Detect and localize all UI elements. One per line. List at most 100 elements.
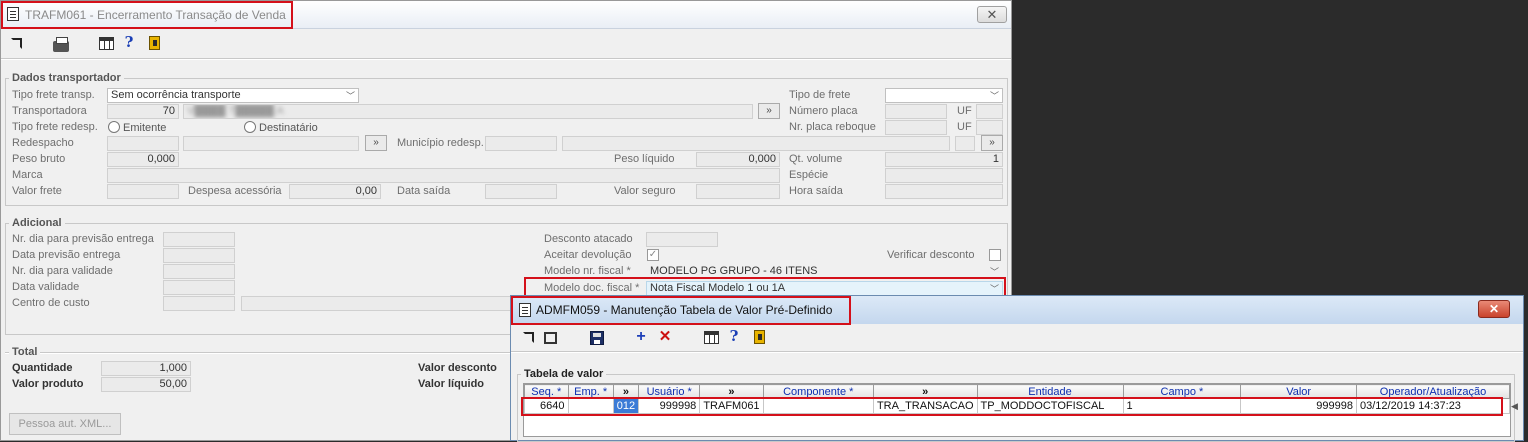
column-header[interactable]: Entidade [976,384,1124,399]
redespacho-name-field[interactable] [183,136,359,151]
tipo-de-frete-label: Tipo de frete [789,89,851,101]
delete-icon[interactable]: ✕ [657,329,673,345]
centro-custo-name-field[interactable] [241,296,511,311]
valor-seguro-field[interactable] [696,184,780,199]
aceitar-devolucao-label: Aceitar devolução [544,249,632,261]
municipio-redesp-code-field[interactable] [485,136,557,151]
scroll-marker-icon[interactable]: ◀ [1511,401,1518,412]
hora-saida-field[interactable] [885,184,1003,199]
column-header[interactable]: Componente * [762,384,874,399]
column-header[interactable]: Emp. * [567,384,614,399]
redespacho-code-field[interactable] [107,136,179,151]
table-cell [524,428,569,436]
help-icon[interactable]: ? [121,34,137,50]
column-header[interactable]: Operador/Atualização [1356,384,1510,399]
valor-frete-field[interactable] [107,184,179,199]
peso-liquido-field[interactable]: 0,000 [696,152,780,167]
nr-placa-reboque-field[interactable] [885,120,947,135]
destinatario-radio[interactable] [244,121,256,133]
table-cell[interactable]: 6640 [524,398,569,414]
column-header[interactable]: Campo * [1122,384,1242,399]
table-cell [567,413,614,429]
chevron-down-icon: ﹀ [989,91,999,101]
table-cell [638,413,701,429]
transportadora-name-field[interactable]: V████ T█████ A [183,104,753,119]
table-cell [872,428,978,436]
numero-placa-field[interactable] [885,104,947,119]
municipio-redesp-uf-field[interactable] [955,136,975,151]
table-cell[interactable]: TRAFM061 [699,398,764,414]
data-saida-field[interactable] [485,184,557,199]
especie-field[interactable] [885,168,1003,183]
column-header[interactable]: Valor [1240,384,1357,399]
destinatario-radio-label: Destinatário [259,122,318,134]
exit-door-icon[interactable] [752,330,768,346]
table-row[interactable]: 6640 012 999998 TRAFM061 TRA_TRANSACAO TP_MOD… [524,398,1510,414]
column-header[interactable]: Seq. * [524,384,569,399]
column-nav-header[interactable]: » [699,384,764,399]
pointer-arrow-icon[interactable] [521,330,537,346]
tipo-frete-transp-select[interactable]: Sem ocorrência transporte ﹀ [107,88,359,103]
nr-dia-previsao-label: Nr. dia para previsão entrega [12,233,154,245]
transportadora-lookup-button[interactable]: » [758,103,780,119]
close-button[interactable]: ✕ [977,6,1007,23]
table-cell[interactable]: 999998 [1240,398,1357,414]
desconto-atacado-field[interactable] [646,232,718,247]
tipo-de-frete-select[interactable]: ﹀ [885,88,1003,103]
table-cell[interactable] [567,398,614,414]
centro-custo-label: Centro de custo [12,297,90,309]
grid-icon[interactable] [99,36,115,52]
document-icon [519,303,531,317]
table-cell[interactable]: 012 [612,398,640,414]
add-icon[interactable]: + [633,329,649,345]
table-cell[interactable]: TP_MODDOCTOFISCAL [976,398,1124,414]
column-nav-header[interactable]: » [612,384,640,399]
help-icon[interactable]: ? [726,328,742,344]
table-cell [1240,428,1357,436]
nr-dia-validade-field[interactable] [163,264,235,279]
modelo-nr-fiscal-select[interactable]: MODELO PG GRUPO - 46 ITENS ﹀ [646,264,1003,279]
grid-icon[interactable] [704,330,720,346]
table-cell[interactable]: TRA_TRANSACAO [872,398,978,414]
despesa-acessoria-field[interactable]: 0,00 [289,184,381,199]
marca-label: Marca [12,169,43,181]
qt-volume-field[interactable]: 1 [885,152,1003,167]
municipio-lookup-button[interactable]: » [981,135,1003,151]
data-validade-field[interactable] [163,280,235,295]
modelo-doc-fiscal-select[interactable]: Nota Fiscal Modelo 1 ou 1A ﹀ [646,281,1003,296]
valor-produto-label: Valor produto [12,378,84,390]
redespacho-lookup-button[interactable]: » [365,135,387,151]
quantidade-label: Quantidade [12,362,73,374]
table-cell[interactable]: 03/12/2019 14:37:23 [1356,398,1510,414]
popup-window: ADMFM059 - Manutenção Tabela de Valor Pr… [510,295,1524,442]
nr-dia-previsao-field[interactable] [163,232,235,247]
peso-bruto-field[interactable]: 0,000 [107,152,179,167]
uf-reboque-field[interactable] [976,120,1003,135]
aceitar-devolucao-checkbox[interactable]: ✓ [647,249,659,261]
transportadora-code-field[interactable]: 70 [107,104,179,119]
printer-icon[interactable] [53,37,69,54]
redespacho-label: Redespacho [12,137,74,149]
save-icon[interactable] [589,330,605,346]
close-button[interactable]: ✕ [1478,300,1510,318]
exit-door-icon[interactable] [147,36,163,52]
stack-icon[interactable] [543,330,559,346]
column-nav-header[interactable]: » [872,384,978,399]
main-window-title: TRAFM061 - Encerramento Transação de Ven… [25,8,286,22]
emitente-radio[interactable] [108,121,120,133]
marca-field[interactable] [107,168,780,183]
quantidade-field: 1,000 [101,361,191,376]
table-cell[interactable]: 1 [1122,398,1242,414]
uf-field[interactable] [976,104,1003,119]
centro-custo-code-field[interactable] [163,296,235,311]
table-cell [612,428,640,436]
verificar-desconto-checkbox[interactable] [989,249,1001,261]
transportadora-label: Transportadora [12,105,87,117]
pointer-arrow-icon[interactable] [9,36,25,52]
municipio-redesp-name-field[interactable] [562,136,950,151]
pessoa-aut-xml-button[interactable]: Pessoa aut. XML... [9,413,121,435]
column-header[interactable]: Usuário * [638,384,701,399]
table-cell[interactable]: 999998 [638,398,701,414]
table-cell[interactable] [762,398,874,414]
data-previsao-field[interactable] [163,248,235,263]
